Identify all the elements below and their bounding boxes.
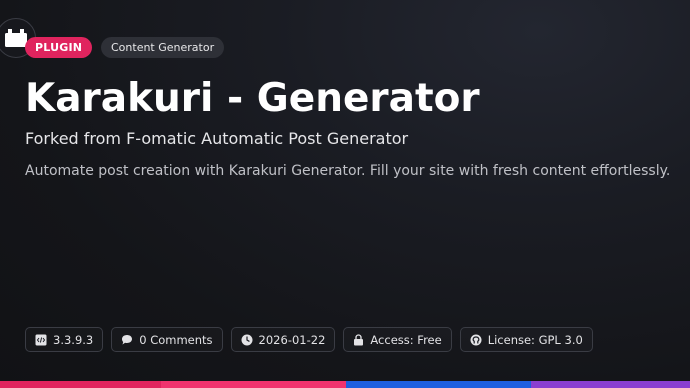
category-badge[interactable]: Content Generator [101, 37, 225, 58]
comments-chip[interactable]: 0 Comments [111, 327, 223, 352]
accent-bar-segment [161, 381, 346, 388]
access-chip: Access: Free [343, 327, 452, 352]
license-label: License: GPL 3.0 [487, 332, 583, 347]
comments-label: 0 Comments [139, 332, 213, 347]
comment-bubble-icon [122, 334, 133, 344]
accent-bar-segment [0, 381, 161, 388]
lock-icon [354, 333, 364, 345]
version-label: 3.3.9.3 [53, 332, 94, 347]
license-icon [470, 334, 482, 345]
accent-bar [0, 381, 690, 388]
version-chip: 3.3.9.3 [25, 327, 104, 352]
access-label: Access: Free [370, 332, 442, 347]
date-label: 2026-01-22 [258, 332, 326, 347]
plugin-type-badge[interactable]: PLUGIN [25, 37, 93, 58]
accent-bar-segment [531, 381, 690, 388]
accent-bar-segment [346, 381, 531, 388]
code-file-icon [35, 334, 47, 345]
meta-row: 3.3.9.3 0 Comments 2026-01-22 Access: Fr… [25, 327, 593, 352]
date-chip: 2026-01-22 [230, 327, 336, 352]
page-title: Karakuri - Generator [25, 76, 480, 121]
license-chip: License: GPL 3.0 [459, 327, 593, 352]
clock-icon [241, 334, 253, 345]
page-description: Automate post creation with Karakuri Gen… [25, 163, 671, 179]
page-subtitle: Forked from F-omatic Automatic Post Gene… [25, 129, 409, 148]
